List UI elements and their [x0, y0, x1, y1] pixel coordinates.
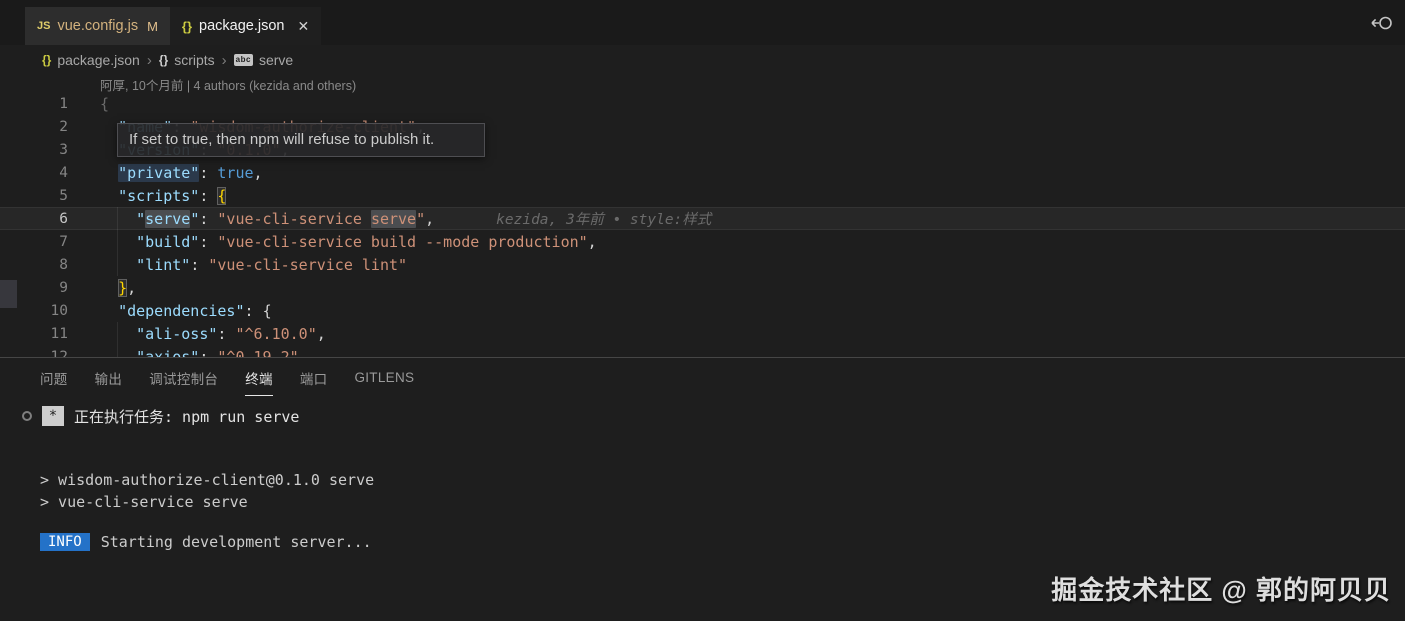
open-changes-icon[interactable]: [1369, 13, 1395, 33]
line-number[interactable]: 5: [0, 188, 68, 204]
task-spinner-icon: [22, 411, 32, 421]
terminal-output-line: > vue-cli-service serve: [40, 491, 1405, 513]
task-badge: *: [42, 406, 64, 426]
code-text: },: [100, 279, 136, 297]
code-line[interactable]: 9 },: [0, 276, 1405, 299]
breadcrumb-label: scripts: [174, 52, 214, 68]
code-text: "axios": "^0.19.2": [100, 348, 299, 358]
panel-tab-debug-console[interactable]: 调试控制台: [149, 359, 218, 396]
breadcrumb-label: package.json: [57, 52, 140, 68]
task-label: 正在执行任务: npm run serve: [74, 406, 299, 427]
code-text: "dependencies": {: [100, 302, 272, 320]
tab-package-json[interactable]: {} package.json ✕: [170, 7, 321, 45]
close-icon[interactable]: ✕: [298, 18, 310, 35]
line-number[interactable]: 8: [0, 257, 68, 273]
code-line[interactable]: 12 "axios": "^0.19.2": [0, 345, 1405, 357]
line-number[interactable]: 11: [0, 326, 68, 342]
breadcrumb-item-scripts[interactable]: {} scripts: [159, 52, 215, 68]
code-text: "serve": "vue-cli-service serve",: [100, 210, 434, 228]
panel-tab-terminal[interactable]: 终端: [245, 359, 273, 396]
code-line[interactable]: 4 "private": true,: [0, 161, 1405, 184]
watermark: 掘金技术社区 @ 郭的阿贝贝: [1051, 570, 1391, 607]
hover-tooltip: If set to true, then npm will refuse to …: [117, 123, 485, 157]
code-text: "build": "vue-cli-service build --mode p…: [100, 233, 597, 251]
code-line[interactable]: 1{: [0, 92, 1405, 115]
breadcrumb-item-package-json[interactable]: {} package.json: [42, 52, 140, 68]
terminal[interactable]: * 正在执行任务: npm run serve > wisdom-authori…: [0, 404, 1405, 551]
terminal-output-line: > wisdom-authorize-client@0.1.0 serve: [40, 469, 1405, 491]
modified-badge: M: [147, 19, 158, 34]
line-number[interactable]: 3: [0, 142, 68, 158]
panel-tab-output[interactable]: 输出: [95, 359, 123, 396]
code-text: "lint": "vue-cli-service lint": [100, 256, 407, 274]
gutter-decoration: [0, 280, 17, 308]
tab-vue-config-js[interactable]: JS vue.config.js M: [25, 7, 170, 45]
line-number[interactable]: 2: [0, 119, 68, 135]
code-line[interactable]: 7 "build": "vue-cli-service build --mode…: [0, 230, 1405, 253]
json-symbol-icon: {}: [159, 53, 168, 67]
json-symbol-icon: {}: [42, 53, 51, 67]
breadcrumb-separator: ›: [222, 52, 227, 69]
line-number[interactable]: 6: [0, 211, 68, 227]
json-file-icon: {}: [182, 19, 192, 34]
code-line[interactable]: 5 "scripts": {: [0, 184, 1405, 207]
tab-bar: JS vue.config.js M {} package.json ✕: [0, 0, 1405, 45]
panel-tab-gitlens[interactable]: GITLENS: [354, 361, 414, 393]
indent-guide: [117, 322, 118, 357]
code-text: "scripts": {: [100, 187, 226, 205]
code-line[interactable]: 6 "serve": "vue-cli-service serve", kezid…: [0, 207, 1405, 230]
code-text: {: [100, 95, 109, 113]
code-editor: 阿厚, 10个月前 | 4 authors (kezida and others…: [0, 75, 1405, 357]
codelens-blame[interactable]: 阿厚, 10个月前 | 4 authors (kezida and others…: [0, 75, 1405, 92]
indent-guide: [117, 207, 118, 276]
line-number[interactable]: 7: [0, 234, 68, 250]
terminal-task-line: * 正在执行任务: npm run serve: [22, 404, 1405, 428]
panel-tab-ports[interactable]: 端口: [300, 359, 328, 396]
tab-label: package.json: [199, 18, 284, 34]
code-line[interactable]: 11 "ali-oss": "^6.10.0",: [0, 322, 1405, 345]
breadcrumb-separator: ›: [147, 52, 152, 69]
breadcrumb: {} package.json › {} scripts › abc serve: [0, 45, 1405, 75]
line-number[interactable]: 1: [0, 96, 68, 112]
tab-label: vue.config.js: [57, 18, 138, 34]
code-text: "private": true,: [100, 164, 263, 182]
code-text: "ali-oss": "^6.10.0",: [100, 325, 326, 343]
panel-tab-problems[interactable]: 问题: [40, 359, 68, 396]
string-symbol-icon: abc: [234, 54, 253, 66]
inline-blame: kezida, 3年前 • style:样式: [496, 208, 711, 229]
info-badge: INFO: [40, 533, 90, 551]
js-file-icon: JS: [37, 20, 50, 32]
terminal-info-line: INFO Starting development server...: [40, 533, 1405, 551]
breadcrumb-label: serve: [259, 52, 293, 68]
line-number[interactable]: 12: [0, 349, 68, 358]
line-number[interactable]: 4: [0, 165, 68, 181]
breadcrumb-item-serve[interactable]: abc serve: [234, 52, 294, 68]
info-text: Starting development server...: [101, 533, 372, 551]
code-line[interactable]: 10 "dependencies": {: [0, 299, 1405, 322]
panel-tab-bar: 问题输出调试控制台终端端口 GITLENS: [0, 358, 1405, 396]
code-line[interactable]: 8 "lint": "vue-cli-service lint": [0, 253, 1405, 276]
